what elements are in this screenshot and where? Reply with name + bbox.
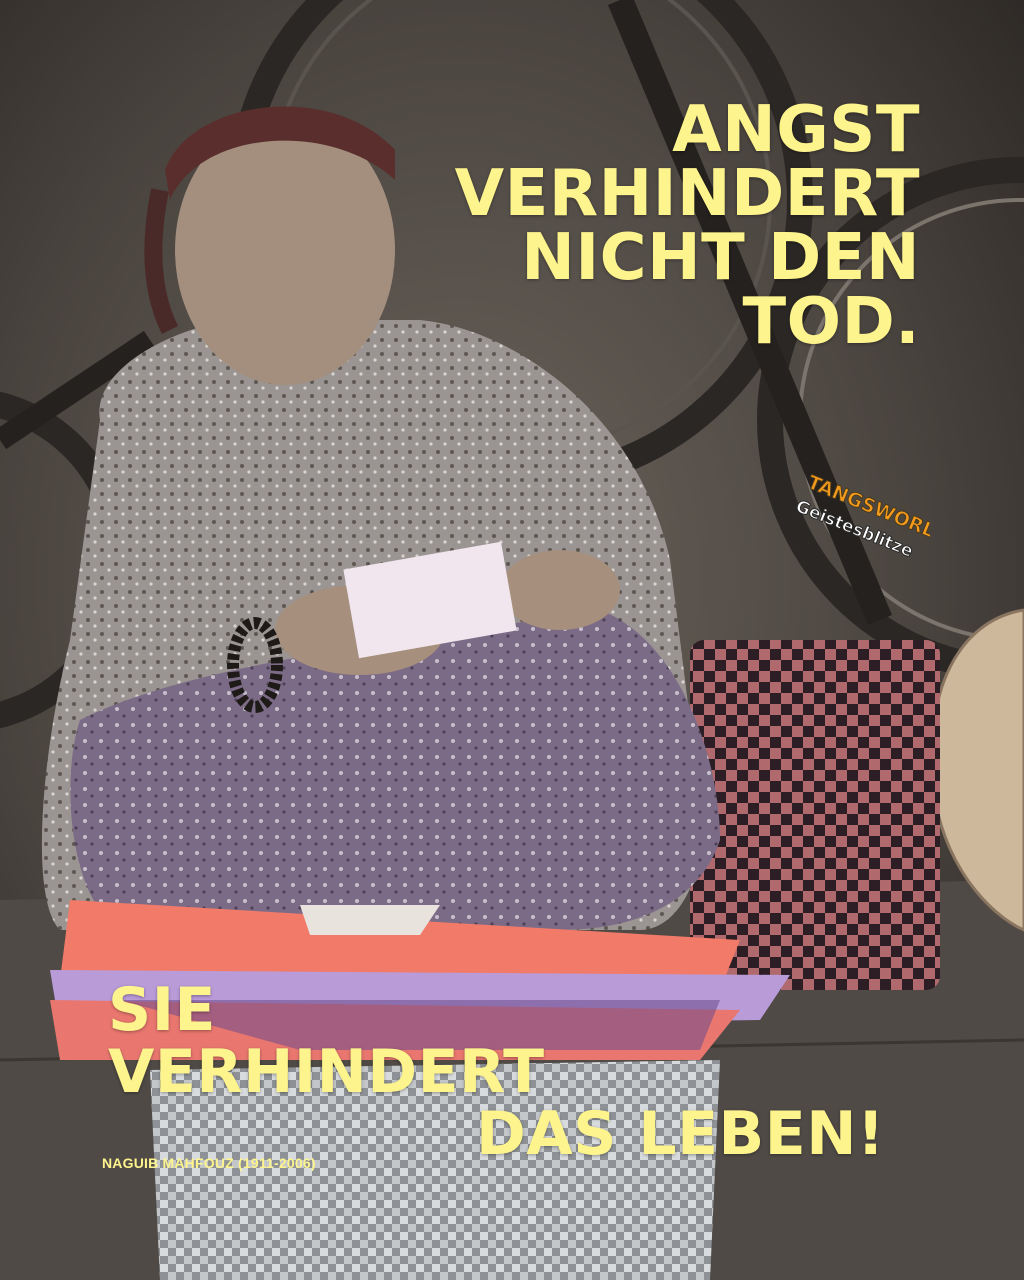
quote-author: NAGUIB MAHFOUZ (1911-2006) [102,1155,316,1171]
quote-line: SIE [108,975,217,1045]
quote-line: TOD. [742,285,920,359]
quote-line: VERHINDERT [108,1037,545,1107]
quote-line: ANGST [672,93,920,167]
quote-line: NICHT DEN [521,221,920,295]
quote-bottom-text: SIE VERHINDERT DAS LEBEN! [108,980,885,1166]
quote-poster: TANGSWORLD Geistesblitze ANGST VERHINDER… [0,0,1024,1280]
quote-top-text: ANGST VERHINDERT NICHT DEN TOD. [455,98,920,354]
checkered-bag [690,640,940,990]
quote-line: VERHINDERT [454,157,920,231]
tangsworld-logo: TANGSWORLD Geistesblitze [792,471,930,562]
